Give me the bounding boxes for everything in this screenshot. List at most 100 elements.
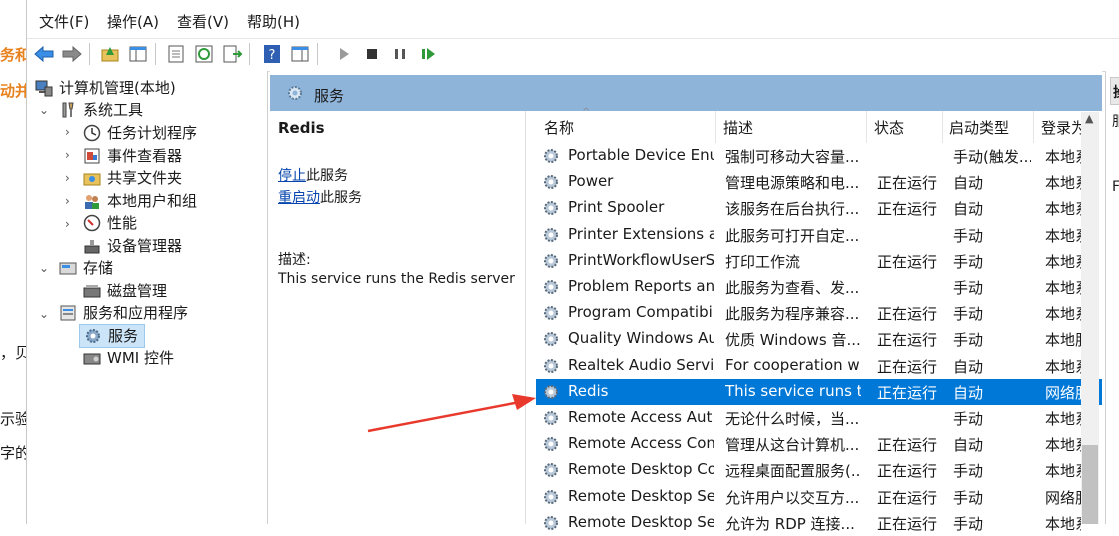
- actions-pane-item[interactable]: 服: [1112, 111, 1119, 131]
- action-pane-icon[interactable]: [289, 43, 311, 65]
- service-description: 此服务可打开自定...: [725, 226, 860, 245]
- service-logon: 本地系统: [1045, 279, 1081, 297]
- service-row[interactable]: Remote Desktop Se... 允许为 RDP 连接... 正在运行手动 本…: [536, 510, 1102, 536]
- service-gear-icon: [544, 280, 558, 294]
- wmi-control-icon: [83, 353, 101, 365]
- service-status: 正在运行: [877, 357, 938, 376]
- service-description: 管理从这台计算机...: [725, 436, 860, 455]
- menu-action[interactable]: 操作(A): [107, 11, 159, 32]
- service-row[interactable]: Problem Reports an... 此服务为查看、发... 手动 本地系统: [536, 274, 1102, 300]
- service-startup-type: 手动(触发...: [953, 148, 1031, 166]
- performance-gauge-icon: [83, 214, 101, 232]
- tree-item-label: 本地用户和组: [107, 192, 198, 210]
- pause-service-icon[interactable]: [389, 43, 411, 65]
- forward-arrow-icon[interactable]: [61, 43, 83, 65]
- service-description: 打印工作流: [725, 252, 801, 271]
- tree-item-label: 设备管理器: [107, 237, 183, 255]
- service-row[interactable]: Quality Windows Au... 优质 Windows 音... 正在运行…: [536, 326, 1102, 352]
- service-name: Remote Access Con...: [568, 434, 714, 453]
- chevron-down-icon[interactable]: ⌄: [39, 307, 49, 321]
- computer-management-icon: [35, 80, 53, 97]
- computer-management-window: 文件(F) 操作(A) 查看(V) 帮助(H) ? 计算机管理(本地) ⌄ 系统…: [26, 0, 1119, 533]
- toolbar: ?: [27, 38, 1119, 72]
- service-logon: 网络服务: [1045, 383, 1081, 402]
- tree-item-label: 服务和应用程序: [83, 304, 189, 322]
- service-gear-icon: [544, 149, 558, 163]
- svg-text:?: ?: [269, 48, 276, 63]
- tree-item-label: 计算机管理(本地): [59, 79, 176, 97]
- toolbar-separator: [89, 43, 90, 65]
- chevron-right-icon[interactable]: ›: [65, 194, 70, 208]
- service-row[interactable]: Redis This service runs t... 正在运行自动 网络服务: [536, 378, 1102, 405]
- service-gear-icon: [544, 489, 558, 504]
- back-arrow-icon[interactable]: [33, 43, 55, 65]
- tree-item-label: 事件查看器: [107, 147, 183, 165]
- service-gear-icon: [544, 358, 558, 373]
- service-row[interactable]: Remote Desktop Co... 远程桌面配置服务(... 正在运行手动 本地…: [536, 457, 1102, 483]
- service-logon: 本地系统: [1045, 174, 1081, 193]
- service-logon: 本地系统: [1045, 200, 1081, 219]
- service-name: Quality Windows Au...: [568, 329, 714, 348]
- service-description: For cooperation wi...: [725, 355, 861, 374]
- service-status: 正在运行: [877, 514, 938, 533]
- actions-pane-item[interactable]: F: [1112, 179, 1119, 195]
- menu-file[interactable]: 文件(F): [39, 11, 89, 32]
- service-gear-icon: [544, 411, 558, 425]
- tree-item-label: 任务计划程序: [107, 124, 198, 142]
- service-status: 正在运行: [877, 305, 938, 324]
- menu-help[interactable]: 帮助(H): [247, 11, 300, 32]
- service-row[interactable]: Portable Device Enu... 强制可移动大容量... 手动(触发..…: [536, 143, 1102, 169]
- chevron-right-icon[interactable]: ›: [65, 171, 70, 185]
- services-panel: 服务 Redis 停止此服务 重启动此服务 描述: This service r…: [270, 71, 1102, 533]
- service-status: 正在运行: [877, 436, 938, 455]
- tree-item-services[interactable]: 服务: [79, 324, 145, 348]
- scroll-up-icon[interactable]: ▲: [1085, 112, 1093, 125]
- chevron-down-icon[interactable]: ⌄: [39, 261, 49, 275]
- refresh-icon[interactable]: [193, 43, 215, 65]
- restart-service-icon[interactable]: [417, 43, 439, 65]
- actions-pane: 操 服 F: [1105, 71, 1119, 524]
- service-row[interactable]: Remote Access Aut... 无论什么时候，当... 手动 本地系统: [536, 405, 1102, 431]
- service-logon: 本地系统: [1045, 148, 1081, 166]
- service-gear-icon: [544, 437, 558, 452]
- tree-item-label: 共享文件夹: [107, 169, 183, 187]
- start-service-icon[interactable]: [333, 43, 355, 65]
- properties-icon[interactable]: [165, 43, 187, 65]
- service-startup-type: 手动: [953, 226, 984, 245]
- service-status: 正在运行: [877, 331, 938, 350]
- up-folder-icon[interactable]: [99, 43, 121, 65]
- storage-icon: [59, 262, 77, 275]
- disk-icon: [83, 285, 101, 298]
- services-list: Portable Device Enu... 强制可移动大容量... 手动(触发..…: [270, 71, 1102, 533]
- tree-item-label: 系统工具: [83, 101, 144, 119]
- tree-item-label: 磁盘管理: [107, 282, 168, 300]
- service-gear-icon: [544, 463, 558, 478]
- service-row[interactable]: Printer Extensions a... 此服务可打开自定... 手动 本地系统: [536, 222, 1102, 248]
- chevron-right-icon[interactable]: ›: [65, 217, 70, 231]
- service-status: 正在运行: [877, 462, 938, 481]
- help-icon[interactable]: ?: [261, 43, 283, 65]
- stop-service-icon[interactable]: [361, 43, 383, 65]
- tree-item-label: 存储: [83, 259, 114, 277]
- service-gear-icon: [544, 306, 558, 321]
- export-list-icon[interactable]: [221, 43, 243, 65]
- chevron-down-icon[interactable]: ⌄: [39, 103, 49, 117]
- service-gear-icon: [544, 201, 558, 216]
- service-row[interactable]: Realtek Audio Service For cooperation wi.…: [536, 353, 1102, 379]
- service-row[interactable]: Remote Desktop Se... 允许用户以交互方... 正在运行手动 网络服…: [536, 484, 1102, 510]
- show-hide-tree-icon[interactable]: [127, 43, 149, 65]
- tree-item-label: WMI 控件: [107, 349, 174, 367]
- scrollbar-thumb[interactable]: [1082, 445, 1098, 524]
- tree-item-label: 服务: [108, 327, 139, 345]
- menu-view[interactable]: 查看(V): [177, 11, 229, 32]
- chevron-right-icon[interactable]: ›: [65, 125, 70, 139]
- service-startup-type: 自动: [953, 436, 984, 455]
- service-row[interactable]: PrintWorkflowUserS... 打印工作流 正在运行手动 本地系统: [536, 248, 1102, 274]
- bg-text-fragment: ，贝: [0, 344, 28, 362]
- service-status: 正在运行: [877, 383, 938, 402]
- service-row[interactable]: Power 管理电源策略和电... 正在运行自动 本地系统: [536, 169, 1102, 195]
- service-row[interactable]: Remote Access Con... 管理从这台计算机... 正在运行自动 本地系…: [536, 431, 1102, 457]
- service-row[interactable]: Print Spooler 该服务在后台执行... 正在运行自动 本地系统: [536, 195, 1102, 221]
- chevron-right-icon[interactable]: ›: [65, 148, 70, 162]
- service-row[interactable]: Program Compatibil... 此服务为程序兼容... 正在运行手动 本地…: [536, 300, 1102, 326]
